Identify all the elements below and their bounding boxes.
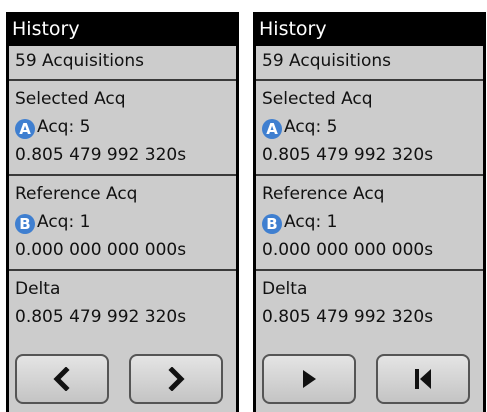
reference-acq-value[interactable]: B Acq: 1 xyxy=(262,209,337,235)
reference-acq-label: Reference Acq xyxy=(262,184,385,204)
selected-acq-label: Selected Acq xyxy=(262,89,373,109)
panel-title: History xyxy=(12,18,80,40)
play-button[interactable] xyxy=(262,354,356,404)
delta-label: Delta xyxy=(262,279,308,299)
skip-to-start-icon xyxy=(415,369,431,389)
acquisition-count: 59 Acquisitions xyxy=(262,51,392,71)
next-button[interactable] xyxy=(129,354,223,404)
selected-acq-time: 0.805 479 992 320s xyxy=(262,145,434,165)
chevron-left-icon xyxy=(53,367,70,391)
selected-acq-number: Acq: 5 xyxy=(37,117,91,137)
reference-acq-number: Acq: 1 xyxy=(284,212,338,232)
panel-body: 59 Acquisitions Selected Acq A Acq: 5 0.8… xyxy=(256,46,483,412)
nav-controls xyxy=(9,350,236,412)
nav-controls xyxy=(256,350,483,412)
divider xyxy=(256,174,483,176)
delta-time: 0.805 479 992 320s xyxy=(15,307,187,327)
divider xyxy=(256,79,483,81)
reference-acq-time: 0.000 000 000 000s xyxy=(15,240,187,260)
panel-body: 59 Acquisitions Selected Acq A Acq: 5 0.8… xyxy=(9,46,236,412)
selected-acq-number: Acq: 5 xyxy=(284,117,338,137)
badge-a-icon: A xyxy=(262,119,282,139)
play-icon xyxy=(303,370,316,388)
divider xyxy=(9,174,236,176)
badge-b-icon: B xyxy=(15,214,35,234)
chevron-right-icon xyxy=(168,367,185,391)
divider xyxy=(9,79,236,81)
reference-acq-number: Acq: 1 xyxy=(37,212,91,232)
selected-acq-value[interactable]: A Acq: 5 xyxy=(15,114,90,140)
acquisition-count: 59 Acquisitions xyxy=(15,51,145,71)
selected-acq-time: 0.805 479 992 320s xyxy=(15,145,187,165)
divider xyxy=(9,269,236,271)
selected-acq-label: Selected Acq xyxy=(15,89,126,109)
previous-button[interactable] xyxy=(15,354,109,404)
history-panel-right: History 59 Acquisitions Selected Acq A Ac… xyxy=(253,12,486,412)
delta-time: 0.805 479 992 320s xyxy=(262,307,434,327)
reference-acq-value[interactable]: B Acq: 1 xyxy=(15,209,90,235)
panel-title: History xyxy=(259,18,327,40)
skip-to-start-button[interactable] xyxy=(376,354,470,404)
selected-acq-value[interactable]: A Acq: 5 xyxy=(262,114,337,140)
delta-label: Delta xyxy=(15,279,61,299)
reference-acq-label: Reference Acq xyxy=(15,184,138,204)
divider xyxy=(256,269,483,271)
reference-acq-time: 0.000 000 000 000s xyxy=(262,240,434,260)
history-panel-left: History 59 Acquisitions Selected Acq A Ac… xyxy=(6,12,239,412)
badge-a-icon: A xyxy=(15,119,35,139)
badge-b-icon: B xyxy=(262,214,282,234)
